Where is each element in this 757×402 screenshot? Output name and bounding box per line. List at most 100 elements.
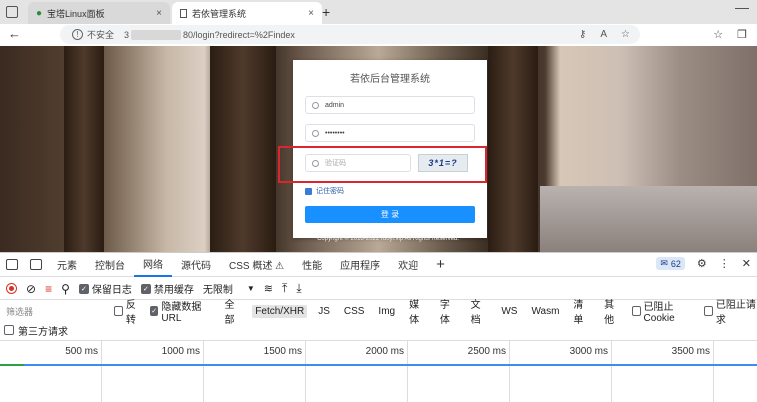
wifi-icon[interactable]: ≋ [264,282,273,295]
disable-cache-label: 禁用缓存 [153,285,194,296]
favorites-icon[interactable]: ☆ [713,28,723,41]
browser-tab-bar: ● 宝塔Linux面板 × 若依管理系统 × + [0,0,757,24]
type-js[interactable]: JS [315,305,333,318]
tab-welcome[interactable]: 欢迎 [389,253,427,277]
url-host-end: 80 [183,29,194,40]
type-other[interactable]: 其他 [601,295,624,327]
blocked-requests-label: 已阻止请求 [715,300,756,326]
user-icon [312,101,319,109]
favorite-icon[interactable]: ☆ [621,29,630,40]
read-aloud-icon[interactable]: A [600,29,607,40]
close-icon[interactable]: ✕ [742,257,751,270]
tab-console[interactable]: 控制台 [86,253,134,277]
tab-network[interactable]: 网络 [134,253,172,277]
checkbox-icon [631,306,641,316]
preserve-log-label: 保留日志 [91,285,132,296]
devtools-tab-bar: 元素 控制台 网络 源代码 CSS 概述 ⚠ 性能 应用程序 欢迎 + ✉ 62… [0,253,757,277]
background-lake [540,186,757,252]
throttle-value: 无限制 [202,285,233,296]
tab-actions-icon[interactable] [6,6,18,18]
close-icon[interactable]: × [156,8,162,19]
type-font[interactable]: 字体 [437,295,460,327]
issues-badge[interactable]: ✉ 62 [656,257,685,270]
blocked-cookies-label: 已阻止 Cookie [643,302,675,324]
checkbox-icon [704,306,713,316]
preserve-log-checkbox[interactable]: ✓ 保留日志 [78,281,132,296]
tab-sources[interactable]: 源代码 [172,253,220,277]
address-input[interactable]: ! 不安全 3 80 /login?redirect=%2Findex ⚷ A … [60,25,640,44]
checkbox-icon [4,325,14,335]
devtools-panel: 元素 控制台 网络 源代码 CSS 概述 ⚠ 性能 应用程序 欢迎 + ✉ 62… [0,252,757,402]
collections-icon[interactable]: ❐ [737,28,747,41]
close-icon[interactable]: × [308,8,314,19]
warning-icon[interactable]: ! [72,29,83,40]
inspect-icon[interactable] [6,259,18,270]
blocked-cookies-checkbox[interactable]: 已阻止 Cookie [631,298,696,324]
tab-performance[interactable]: 性能 [293,253,331,277]
gear-icon[interactable]: ⚙ [697,257,707,270]
type-css[interactable]: CSS [341,305,368,318]
username-value: admin [325,101,345,109]
copyright-text: Copyright © 2018-2022 ruoyi.vip All Righ… [317,236,459,242]
invert-label: 反转 [125,300,136,326]
shield-icon: ● [36,7,43,19]
type-wasm[interactable]: Wasm [528,305,562,318]
record-button[interactable] [6,283,17,294]
key-icon[interactable]: ⚷ [579,29,586,40]
more-tabs-button[interactable]: + [427,253,454,277]
download-icon[interactable]: ⤓ [296,281,301,296]
blocked-requests-checkbox[interactable]: 已阻止请求 [704,296,757,326]
remember-label: 记住密码 [316,188,344,195]
url-host-start: 3 [124,29,130,40]
search-icon[interactable]: ⚲ [61,282,70,296]
tab-baota[interactable]: ● 宝塔Linux面板 × [28,2,170,24]
timeline-tick: 500 ms [65,341,102,402]
tab-css-overview[interactable]: CSS 概述 ⚠ [220,253,293,277]
type-all[interactable]: 全部 [222,295,245,327]
type-img[interactable]: Img [375,305,398,318]
third-party-label: 第三方请求 [18,326,68,338]
tab-ruoyi[interactable]: 若依管理系统 × [172,2,322,24]
page-icon [180,8,187,18]
lock-icon [312,129,319,137]
clear-icon[interactable]: ⊘ [26,282,36,296]
third-party-checkbox[interactable]: 第三方请求 [4,322,68,338]
type-ws[interactable]: WS [498,305,520,318]
chevron-down-icon: ▼ [246,284,255,293]
filter-input[interactable]: 筛选器 [4,303,106,319]
invert-checkbox[interactable]: 反转 [114,296,142,326]
more-options-icon[interactable]: ⋮ [719,257,730,270]
checkbox-icon: ✓ [150,306,159,316]
type-doc[interactable]: 文档 [468,295,491,327]
hide-data-urls-label: 隐藏数据 URL [161,302,202,324]
background-post [210,46,276,252]
hide-data-urls-checkbox[interactable]: ✓ 隐藏数据 URL [150,298,213,324]
timeline-tick: 1000 ms [162,341,204,402]
password-input[interactable]: •••••••• [305,124,475,142]
timeline-tick: 3000 ms [570,341,612,402]
background-post [64,46,104,252]
new-tab-button[interactable]: + [322,4,330,20]
upload-icon[interactable]: ⤒ [282,281,287,296]
timeline-tick: 3500 ms [672,341,714,402]
tab-elements[interactable]: 元素 [48,253,86,277]
password-value: •••••••• [325,129,345,137]
address-bar-row: ← ! 不安全 3 80 /login?redirect=%2Findex ⚷ … [0,24,757,46]
tab-application[interactable]: 应用程序 [331,253,389,277]
network-timeline[interactable]: 500 ms 1000 ms 1500 ms 2000 ms 2500 ms 3… [0,340,757,402]
type-fetch-xhr[interactable]: Fetch/XHR [252,304,308,318]
username-input[interactable]: admin [305,96,475,114]
remember-password-checkbox[interactable]: 记住密码 [305,186,344,196]
filter-icon[interactable]: ≡ [45,282,52,296]
redacted-host [131,29,182,40]
type-media[interactable]: 媒体 [406,295,429,327]
device-toggle-icon[interactable] [30,259,42,270]
checkbox-icon: ✓ [140,283,151,294]
login-button[interactable]: 登 录 [305,206,475,223]
back-button[interactable]: ← [8,26,21,41]
throttle-select[interactable]: 无限制 ▼ [203,281,255,296]
type-manifest[interactable]: 清单 [570,295,593,327]
minimize-icon[interactable] [735,8,749,20]
timeline-tick: 2000 ms [366,341,408,402]
disable-cache-checkbox[interactable]: ✓ 禁用缓存 [140,281,194,296]
